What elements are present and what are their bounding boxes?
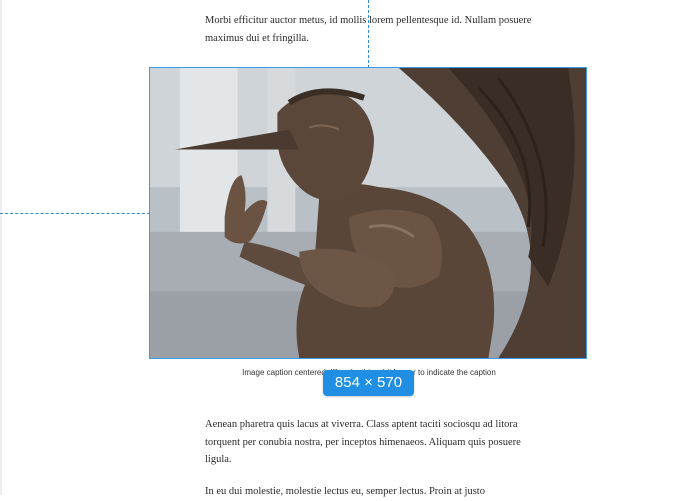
image-size-badge: 854 × 570 [323, 370, 414, 396]
editor-left-edge [0, 0, 2, 495]
paragraph[interactable]: Morbi efficitur auctor metus, id mollis … [205, 12, 535, 47]
paragraph[interactable]: In eu dui molestie, molestie lectus eu, … [205, 483, 535, 501]
center-alignment-guide [368, 0, 369, 68]
middle-alignment-guide [0, 213, 150, 214]
paragraph[interactable]: Aenean pharetra quis lacus at viverra. C… [205, 416, 535, 469]
sculpture-image [150, 68, 586, 358]
selected-image-block[interactable] [149, 67, 587, 359]
